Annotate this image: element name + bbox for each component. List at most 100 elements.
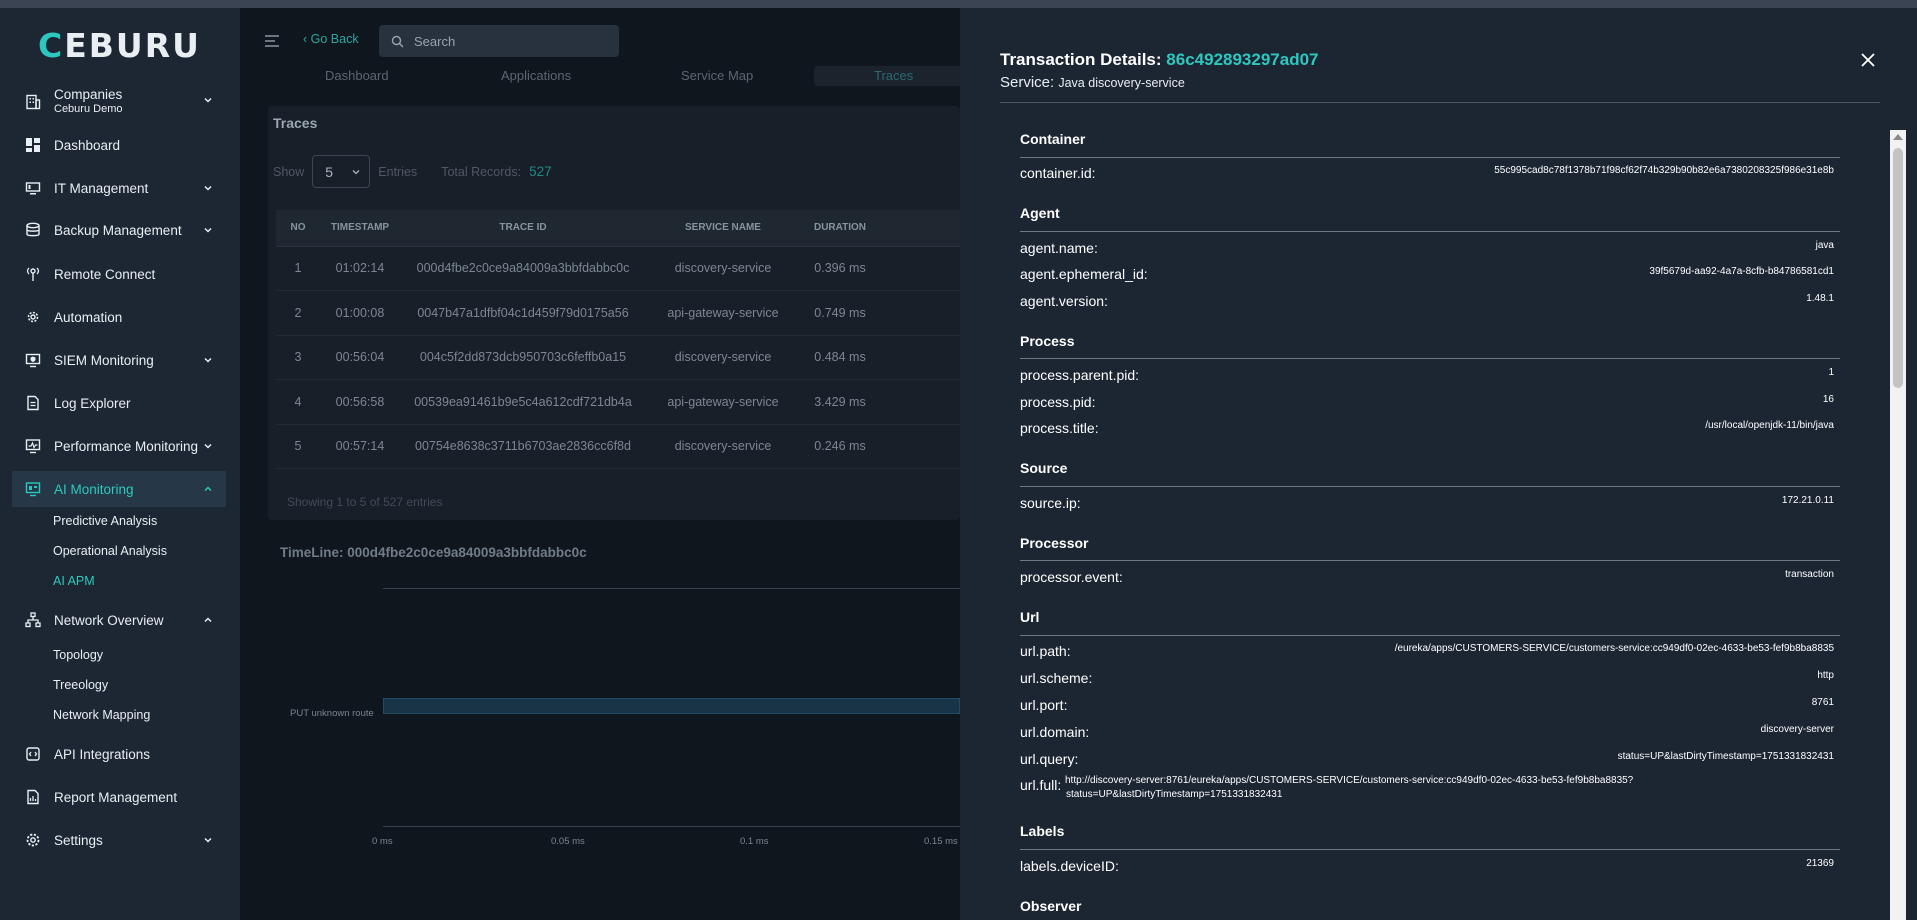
scrollbar-thumb[interactable] <box>1893 148 1903 388</box>
timeline-top-axis <box>383 588 960 589</box>
sidebar-item-network-overview[interactable]: Network Overview <box>12 602 226 638</box>
field-key: processor.event: <box>1020 569 1123 585</box>
field-key: agent.name: <box>1020 240 1098 256</box>
monitor-shield-icon <box>24 351 42 369</box>
sidebar-item-siem-monitoring[interactable]: SIEM Monitoring <box>12 342 226 378</box>
section-heading: Process <box>1020 333 1075 349</box>
sidebar-subitem-predictive-analysis[interactable]: Predictive Analysis <box>53 514 157 528</box>
sidebar-item-log-explorer[interactable]: Log Explorer <box>12 385 226 421</box>
sidebar-item-label: Backup Management <box>54 222 182 238</box>
dashboard-icon <box>24 136 42 154</box>
timeline-tick: 0 ms <box>372 836 393 847</box>
sidebar-item-label: Dashboard <box>54 137 121 153</box>
sidebar-item-report-management[interactable]: Report Management <box>12 779 226 815</box>
apm-tabs: Dashboard Applications Service Map Trace… <box>264 66 960 86</box>
field-key: url.query: <box>1020 751 1079 767</box>
tab-dashboard[interactable]: Dashboard <box>325 68 389 83</box>
field-key: container.id: <box>1020 165 1096 181</box>
menu-icon[interactable] <box>264 34 280 48</box>
drawer-divider <box>1000 102 1880 103</box>
table-row[interactable]: 2 01:00:08 0047b47a1dfbf04c1d459f79d0175a5… <box>276 290 960 336</box>
search-input[interactable]: Search <box>379 25 619 57</box>
chevron-down-icon <box>204 227 212 233</box>
tab-applications[interactable]: Applications <box>501 68 571 83</box>
field-key: labels.deviceID: <box>1020 858 1119 874</box>
traces-table: NO TIMESTAMP TRACE ID SERVICE NAME DURAT… <box>276 210 960 469</box>
field-value: 39f5679d-aa92-4a7a-8cfb-b84786581cd1 <box>1649 266 1834 277</box>
sidebar-item-it-management[interactable]: IT Management <box>12 170 226 206</box>
sidebar-item-dashboard[interactable]: Dashboard <box>12 127 226 163</box>
chevron-up-icon <box>204 486 212 492</box>
section-heading: Agent <box>1020 205 1060 221</box>
sidebar-item-automation[interactable]: Automation <box>12 299 226 335</box>
sidebar-item-ai-monitoring[interactable]: AI Monitoring <box>12 471 226 507</box>
drawer-title: Transaction Details: 86c492893297ad07 <box>1000 50 1319 69</box>
sidebar-subitem-ai-apm[interactable]: AI APM <box>53 574 95 588</box>
timeline-tick: 0.1 ms <box>740 836 769 847</box>
col-no[interactable]: NO <box>276 210 320 246</box>
sidebar-item-label: Performance Monitoring <box>54 438 199 454</box>
field-key: url.full: <box>1020 777 1062 793</box>
field-value: 21369 <box>1806 858 1834 869</box>
field-value: 1 <box>1828 367 1834 378</box>
sidebar-item-label: API Integrations <box>54 746 151 762</box>
table-row[interactable]: 4 00:56:58 00539ea91461b9e5c4a612cdf721db4… <box>276 379 960 425</box>
field-key: url.domain: <box>1020 724 1090 740</box>
col-duration[interactable]: DURATION <box>800 210 880 246</box>
timeline-bottom-axis <box>383 826 960 827</box>
field-value: 172.21.0.11 <box>1781 495 1834 506</box>
sidebar-item-api-integrations[interactable]: API Integrations <box>12 736 226 772</box>
field-value: transaction <box>1785 569 1834 580</box>
service-value: Java discovery-service <box>1058 76 1185 90</box>
tab-traces[interactable]: Traces <box>814 66 960 86</box>
traces-title: Traces <box>273 115 318 131</box>
sidebar-item-label: AI Monitoring <box>54 481 134 497</box>
field-value: status=UP&lastDirtyTimestamp=17513318324… <box>1617 751 1834 762</box>
sidebar-item-performance-monitoring[interactable]: Performance Monitoring <box>12 428 226 464</box>
table-row[interactable]: 5 00:57:14 00754e8638c3711b6703ae2836cc6f8… <box>276 424 960 469</box>
field-key: process.title: <box>1020 420 1099 436</box>
scroll-up-arrow[interactable] <box>1893 134 1903 140</box>
field-value: /eureka/apps/CUSTOMERS-SERVICE/customers… <box>1394 643 1834 654</box>
field-value: /usr/local/openjdk-11/bin/java <box>1705 420 1834 431</box>
pagination-info: Showing 1 to 5 of 527 entries <box>287 495 443 509</box>
col-trace-id[interactable]: TRACE ID <box>400 210 646 246</box>
section-divider <box>1020 635 1840 636</box>
monitor-icon <box>24 179 42 197</box>
tab-service-map[interactable]: Service Map <box>681 68 753 83</box>
table-row[interactable]: 1 01:02:14 000d4fbe2c0ce9a84009a3bbfdabbc0… <box>276 245 960 291</box>
sidebar-subitem-network-mapping[interactable]: Network Mapping <box>53 708 150 722</box>
go-back-link[interactable]: ‹ Go Back <box>303 32 359 46</box>
table-row[interactable]: 3 00:56:04 004c5f2dd873dcb950703c6feffb0a1… <box>276 335 960 380</box>
timeline-span-label: PUT unknown route <box>290 708 374 719</box>
field-value: java <box>1815 240 1834 251</box>
table-header-row: NO TIMESTAMP TRACE ID SERVICE NAME DURAT… <box>276 210 960 246</box>
sidebar-item-backup-management[interactable]: Backup Management <box>12 212 226 248</box>
settings-gear-icon <box>24 831 42 849</box>
field-value: 1.48.1 <box>1806 293 1834 304</box>
section-heading: Source <box>1020 460 1068 476</box>
sidebar-subitem-topology[interactable]: Topology <box>53 648 103 662</box>
sidebar-item-remote-connect[interactable]: Remote Connect <box>12 256 226 292</box>
field-key: url.path: <box>1020 643 1071 659</box>
section-heading: Container <box>1020 131 1086 147</box>
sidebar-subitem-operational-analysis[interactable]: Operational Analysis <box>53 544 167 558</box>
col-timestamp[interactable]: TIMESTAMP <box>320 210 400 246</box>
close-icon[interactable] <box>1860 52 1876 68</box>
performance-monitor-icon <box>24 437 42 455</box>
col-service-name[interactable]: SERVICE NAME <box>646 210 800 246</box>
field-key: agent.ephemeral_id: <box>1020 266 1148 282</box>
timeline-tick: 0.05 ms <box>551 836 585 847</box>
sidebar-item-companies[interactable]: Companies Ceburu Demo <box>12 82 226 122</box>
chevron-up-icon <box>204 617 212 623</box>
gear-icon <box>24 308 42 326</box>
section-heading: Url <box>1020 609 1040 625</box>
field-key: url.scheme: <box>1020 670 1093 686</box>
timeline-span-bar[interactable] <box>383 698 960 714</box>
sidebar-subitem-treeology[interactable]: Treeology <box>53 678 108 692</box>
api-icon <box>24 745 42 763</box>
ceburu-logo[interactable]: CEBURU <box>38 26 201 65</box>
entries-select[interactable]: 5 <box>312 155 371 188</box>
sidebar-item-settings[interactable]: Settings <box>12 822 226 858</box>
chevron-down-icon <box>204 443 212 449</box>
